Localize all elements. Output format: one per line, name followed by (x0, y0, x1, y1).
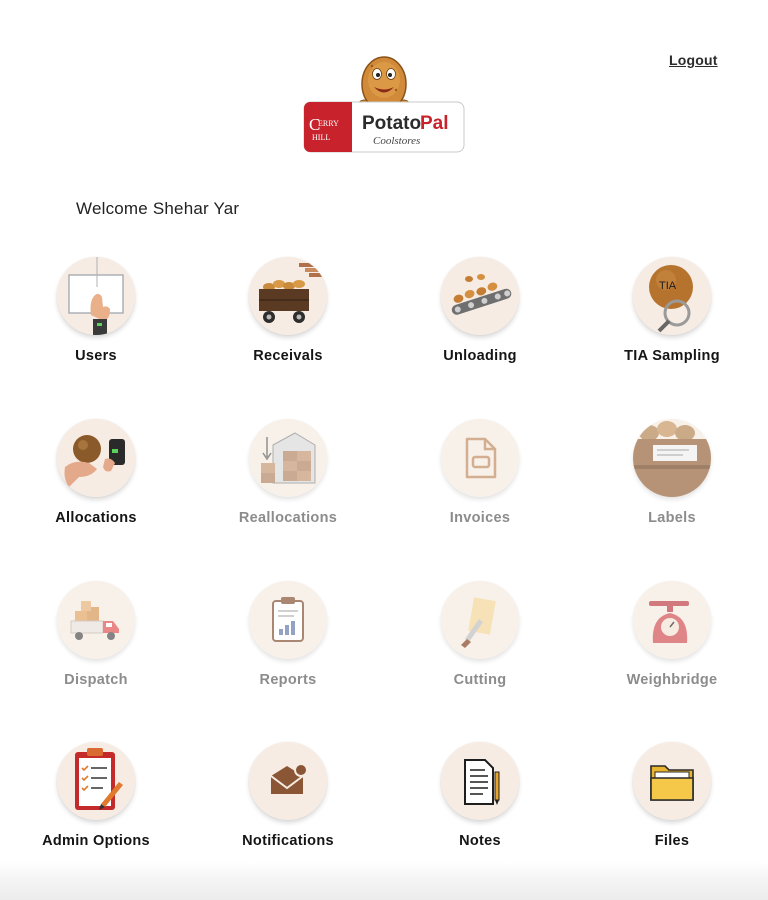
warehouse-boxes-icon (249, 419, 327, 497)
checklist-icon (57, 742, 135, 820)
tile-label: Dispatch (64, 672, 128, 688)
tile-label: TIA Sampling (624, 348, 720, 364)
welcome-message: Welcome Shehar Yar (76, 199, 240, 218)
potato-crate-label-icon (633, 419, 711, 497)
tile-label: Unloading (443, 348, 517, 364)
tile-label: Receivals (253, 348, 323, 364)
tile-label: Allocations (55, 510, 137, 526)
tile-label: Notes (459, 833, 501, 849)
tia-sampling-icon: TIA (633, 257, 711, 335)
tile-label: Files (654, 833, 690, 849)
users-icon (57, 257, 135, 335)
allocations-icon (57, 419, 135, 497)
tile-allocations[interactable]: Allocations (26, 419, 166, 549)
tile-label: Reports (259, 672, 317, 688)
tile-files[interactable]: Files (602, 742, 742, 872)
svg-text:Pal: Pal (420, 113, 449, 134)
tile-weighbridge[interactable]: Weighbridge (602, 581, 742, 711)
tile-label: Weighbridge (626, 672, 718, 688)
svg-text:HILL: HILL (312, 133, 330, 142)
tile-invoices[interactable]: Invoices (410, 419, 550, 549)
tile-notes[interactable]: Notes (410, 742, 550, 872)
svg-text:TIA: TIA (659, 280, 677, 292)
delivery-truck-icon (57, 581, 135, 659)
tile-label: Cutting (453, 672, 507, 688)
logout-link[interactable]: Logout (669, 52, 718, 68)
potato-mascot-logo: C ERRY HILL Potato Pal Coolstores (303, 56, 465, 153)
tile-tia-sampling[interactable]: TIA TIA Sampling (602, 257, 742, 387)
tile-label: Admin Options (42, 833, 150, 849)
tile-cutting[interactable]: Cutting (410, 581, 550, 711)
tile-label: Users (75, 348, 117, 364)
scale-icon (633, 581, 711, 659)
notes-icon (441, 742, 519, 820)
tile-reallocations[interactable]: Reallocations (218, 419, 358, 549)
tile-notifications[interactable]: Notifications (218, 742, 358, 872)
tile-reports[interactable]: Reports (218, 581, 358, 711)
tile-label: Invoices (449, 510, 511, 526)
tile-unloading[interactable]: Unloading (410, 257, 550, 387)
tile-label: Reallocations (238, 510, 338, 526)
tile-dispatch[interactable]: Dispatch (26, 581, 166, 711)
mail-notification-icon (249, 742, 327, 820)
tile-users[interactable]: Users (26, 257, 166, 387)
tile-label: Notifications (242, 833, 334, 849)
tile-labels[interactable]: Labels (602, 419, 742, 549)
home-screen: Logout C ERRY HILL Potato Pal Coolstores (0, 0, 768, 900)
tile-receivals[interactable]: Receivals (218, 257, 358, 387)
clipboard-chart-icon (249, 581, 327, 659)
brand-logo: C ERRY HILL Potato Pal Coolstores (302, 54, 466, 156)
tile-label: Labels (648, 510, 696, 526)
svg-text:Potato: Potato (362, 113, 421, 134)
cutting-icon (441, 581, 519, 659)
folder-icon (633, 742, 711, 820)
tile-admin-options[interactable]: Admin Options (26, 742, 166, 872)
document-icon (441, 419, 519, 497)
receivals-cart-icon (249, 257, 327, 335)
conveyor-icon (441, 257, 519, 335)
svg-text:Coolstores: Coolstores (373, 135, 420, 147)
svg-text:ERRY: ERRY (318, 119, 339, 128)
